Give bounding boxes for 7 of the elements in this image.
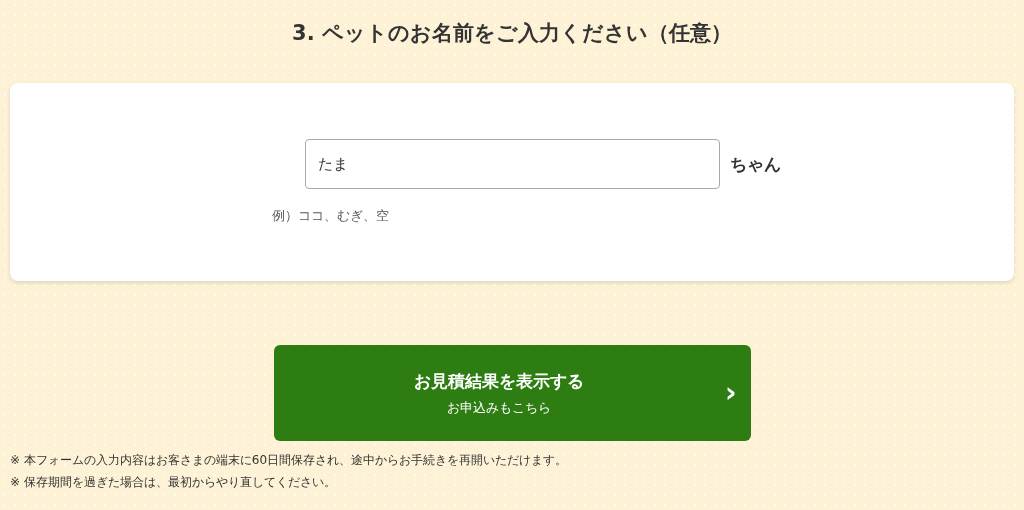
note-text: ※ 保存期間を過ぎた場合は、最初からやり直してください。 <box>10 475 337 489</box>
section-heading: 3. ペットのお名前をご入力ください（任意） <box>292 20 732 47</box>
field-hint: 例）ココ、むぎ、空 <box>272 207 389 225</box>
name-suffix: ちゃん <box>730 152 781 176</box>
show-quote-button[interactable]: お見積結果を表示する お申込みもこちら › <box>273 345 751 441</box>
pet-name-field[interactable]: たま <box>305 139 720 189</box>
note-text: ※ 本フォームの入力内容はお客さまの端末に60日間保存され、途中からお手続きを再開いただけます。 <box>10 453 569 467</box>
